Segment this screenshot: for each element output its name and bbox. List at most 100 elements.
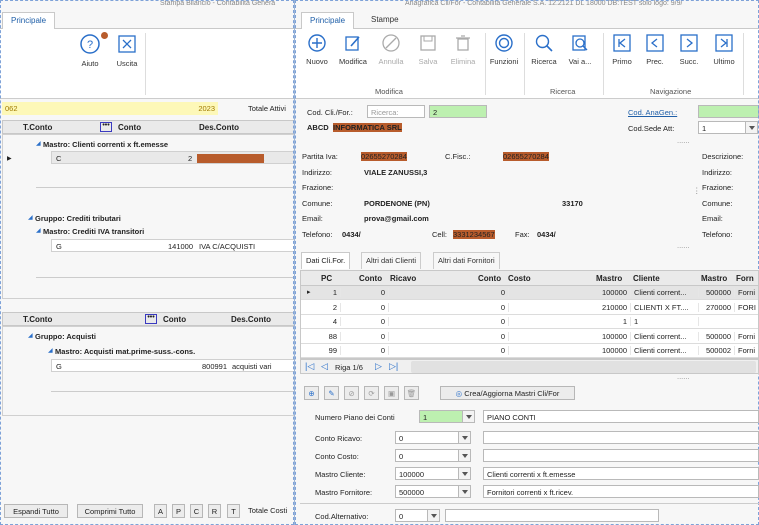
gruppo-group[interactable]: Gruppo: Acquisti <box>35 332 96 341</box>
funzioni-button[interactable]: Funzioni <box>487 33 521 66</box>
uscita-label: Uscita <box>116 59 138 68</box>
mastro-group[interactable]: Mastro: Clienti correnti x ft.emesse <box>43 140 168 149</box>
table-cell: 100000 <box>591 331 631 341</box>
table-row[interactable]: G 800991 acquisti vari <box>51 359 294 372</box>
nuovo-button[interactable]: Nuovo <box>300 33 334 66</box>
splitter-handle[interactable]: ...... <box>677 136 690 145</box>
splitter-handle[interactable]: ⋮ <box>693 186 701 195</box>
conto-ricavo-desc[interactable] <box>483 431 759 444</box>
annulla-button[interactable]: Annulla <box>374 33 408 66</box>
mastro-fornitore-field[interactable]: 500000 <box>395 485 465 498</box>
save-row-icon[interactable]: ▣ <box>384 386 399 400</box>
succ-button[interactable]: Succ. <box>672 33 706 66</box>
chevron-down-icon[interactable] <box>427 509 440 522</box>
filter-a-button[interactable]: A <box>154 504 167 518</box>
last-record-icon[interactable]: ▷| <box>389 361 398 372</box>
first-record-icon[interactable]: |◁ <box>305 361 314 372</box>
table-cell: 500000 <box>699 288 735 297</box>
column-chooser-icon[interactable]: ••• <box>145 314 157 324</box>
chevron-down-icon[interactable] <box>458 467 471 480</box>
numero-piano-field[interactable]: 1 <box>419 410 464 423</box>
table-cell: 270000 <box>699 302 735 312</box>
conto-costo-desc[interactable] <box>483 449 759 462</box>
table-row[interactable]: 99 0 0 100000 Clienti corrent... 500002 Forni <box>301 344 758 358</box>
gruppo-group[interactable]: Gruppo: Crediti tributari <box>35 214 121 223</box>
vai-a-button[interactable]: Vai a... <box>563 33 597 66</box>
filter-r-button[interactable]: R <box>208 504 221 518</box>
collapse-icon[interactable]: ◢ <box>28 214 33 221</box>
ultimo-button[interactable]: Ultimo <box>707 33 741 66</box>
ricerca-button[interactable]: Ricerca <box>527 33 561 66</box>
uscita-button[interactable]: Uscita <box>110 33 144 68</box>
mastro-cliente-field[interactable]: 100000 <box>395 467 465 480</box>
year-from-field[interactable]: 062 <box>2 102 32 115</box>
tab-altri-dati-fornitori[interactable]: Altri dati Fornitori <box>433 252 500 269</box>
table-row[interactable]: ▸ 1 0 0 100000 Clienti corrent... 500000 Forni <box>301 286 758 300</box>
conto-ricavo-field[interactable]: 0 <box>395 431 465 444</box>
chevron-down-icon[interactable] <box>745 121 758 134</box>
conto-costo-field[interactable]: 0 <box>395 449 465 462</box>
comprimi-tutto-button[interactable]: Comprimi Tutto <box>77 504 143 518</box>
cod-alternativo-desc[interactable] <box>445 509 659 522</box>
tab-altri-dati-clienti[interactable]: Altri dati Clienti <box>361 252 422 269</box>
mastro-fornitore-desc[interactable]: Fornitori correnti x ft.ricev. <box>483 485 759 498</box>
chevron-down-icon[interactable] <box>458 431 471 444</box>
mastro-group[interactable]: Mastro: Acquisti mat.prime-suss.-cons. <box>55 347 195 356</box>
table-cell: 500002 <box>699 346 735 355</box>
piano-conti-field[interactable]: PIANO CONTI <box>483 410 759 423</box>
chevron-down-icon[interactable] <box>458 485 471 498</box>
refresh-row-icon[interactable]: ⟳ <box>364 386 379 400</box>
table-row[interactable]: C 2 INFORMATICA SRL <box>51 151 294 164</box>
year-field[interactable]: 2023 <box>32 102 218 115</box>
cell-value: 3331234567 <box>453 230 495 239</box>
table-row[interactable]: 2 0 0 210000 CLIENTI X FT.... 270000 FORI <box>301 301 758 315</box>
ricerca-input[interactable]: Ricerca: <box>367 105 425 118</box>
collapse-icon[interactable]: ◢ <box>36 140 41 147</box>
espandi-tutto-button[interactable]: Espandi Tutto <box>4 504 68 518</box>
cell-tconto: G <box>56 242 62 251</box>
table-row[interactable]: 88 0 0 100000 Clienti corrent... 500000 Forni <box>301 330 758 344</box>
mastro-cliente-desc[interactable]: Clienti correnti x ft.emesse <box>483 467 759 480</box>
filter-t-button[interactable]: T <box>227 504 240 518</box>
group-navigazione-label: Navigazione <box>650 87 692 96</box>
tab-dati-clifor[interactable]: Dati Cli.For. <box>301 252 351 269</box>
chevron-down-icon[interactable] <box>458 449 471 462</box>
tab-stampe[interactable]: Stampe <box>363 12 407 29</box>
tab-principale[interactable]: Principale <box>2 12 56 29</box>
table-row[interactable]: 40011 <box>301 315 758 329</box>
cod-sede-select[interactable]: 1 <box>698 121 748 134</box>
prec-button[interactable]: Prec. <box>638 33 672 66</box>
comune-value: PORDENONE (PN) <box>364 199 430 208</box>
table-cell: 0 <box>341 288 389 297</box>
splitter-handle[interactable]: ...... <box>677 241 690 250</box>
collapse-icon[interactable]: ◢ <box>48 347 53 354</box>
previous-record-icon[interactable]: ◁ <box>321 361 328 372</box>
column-chooser-icon[interactable]: ••• <box>100 122 112 132</box>
table-cell: 0 <box>467 302 509 312</box>
filter-p-button[interactable]: P <box>172 504 185 518</box>
help-icon: ? <box>80 34 100 54</box>
elimina-button[interactable]: Elimina <box>446 33 480 66</box>
horizontal-scrollbar[interactable] <box>411 361 756 373</box>
cod-cli-for-field[interactable]: 2 <box>429 105 487 118</box>
cod-anagen-field[interactable] <box>698 105 759 118</box>
modifica-button[interactable]: Modifica <box>336 33 370 66</box>
tab-principale[interactable]: Principale <box>301 12 355 29</box>
cod-anagen-link[interactable]: Cod. AnaGen.: <box>628 108 677 117</box>
add-row-icon[interactable]: ⊕ <box>304 386 319 400</box>
table-row[interactable]: G 141000 IVA C/ACQUISTI <box>51 239 294 252</box>
edit-row-icon[interactable]: ✎ <box>324 386 339 400</box>
crea-aggiorna-mastri-button[interactable]: ◎ Crea/Aggiorna Mastri Cli/For <box>440 386 575 400</box>
mastro-group[interactable]: Mastro: Crediti IVA transitori <box>43 227 144 236</box>
collapse-icon[interactable]: ◢ <box>28 332 33 339</box>
next-record-icon[interactable]: ▷ <box>375 361 382 372</box>
filter-c-button[interactable]: C <box>190 504 203 518</box>
splitter-handle[interactable]: ...... <box>677 372 690 381</box>
primo-button[interactable]: Primo <box>605 33 639 66</box>
salva-button[interactable]: Salva <box>411 33 445 66</box>
cancel-row-icon[interactable]: ⊘ <box>344 386 359 400</box>
collapse-icon[interactable]: ◢ <box>36 227 41 234</box>
chevron-down-icon[interactable] <box>462 410 475 423</box>
delete-row-icon[interactable]: 🗑 <box>404 386 419 400</box>
totale-costi-label: Totale Costi <box>248 506 288 515</box>
